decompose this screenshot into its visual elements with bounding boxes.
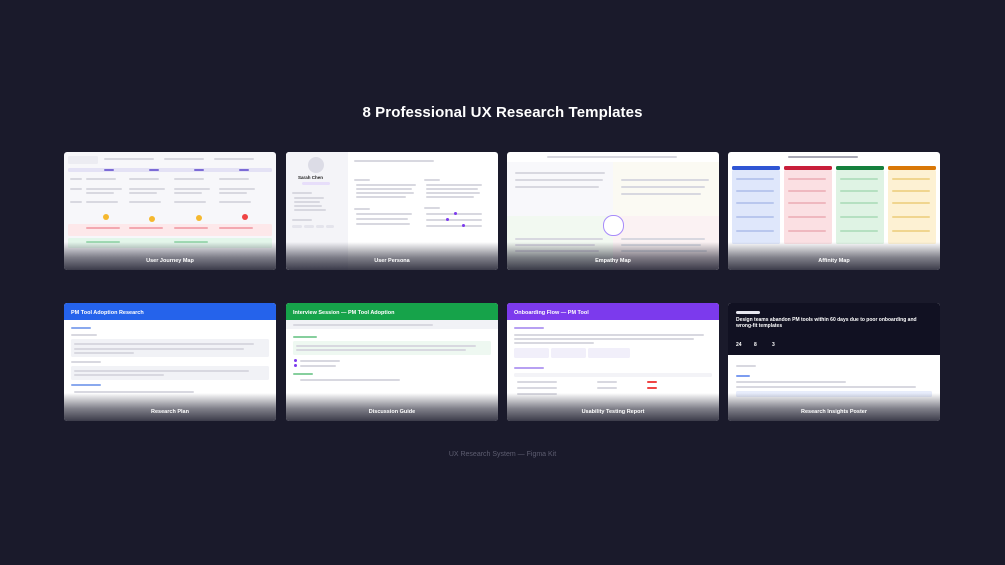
template-card-usability-testing-report[interactable]: Onboarding Flow — PM Tool Usability Test… <box>507 303 719 421</box>
card-header-title: Onboarding Flow — PM Tool <box>514 310 589 316</box>
template-caption: Affinity Map <box>818 258 850 264</box>
template-caption: Research Insights Poster <box>800 409 868 415</box>
template-caption: Research Plan <box>151 409 189 415</box>
page-footer: UX Research System — Figma Kit <box>448 451 557 458</box>
poster-stat: 8 <box>754 342 757 348</box>
template-caption: Usability Testing Report <box>581 409 645 415</box>
template-caption: Empathy Map <box>595 258 631 264</box>
poster-stat: 24 <box>736 342 742 348</box>
template-card-user-journey-map[interactable]: User Journey Map <box>64 152 276 270</box>
template-caption: User Persona <box>374 258 410 264</box>
card-header-title: PM Tool Adoption Research <box>71 310 144 316</box>
poster-headline: Design teams abandon PM tools within 60 … <box>736 317 917 329</box>
template-card-user-persona[interactable]: Sarah Chen User Persona <box>286 152 498 270</box>
template-card-empathy-map[interactable]: Empathy Map <box>507 152 719 270</box>
template-caption: User Journey Map <box>146 258 194 264</box>
template-caption: Discussion Guide <box>368 409 416 415</box>
page-title: 8 Professional UX Research Templates <box>362 104 643 121</box>
template-card-discussion-guide[interactable]: Interview Session — PM Tool Adoption Dis… <box>286 303 498 421</box>
poster-stat: 3 <box>772 342 775 348</box>
template-card-affinity-map[interactable]: Affinity Map <box>728 152 940 270</box>
card-header-title: Interview Session — PM Tool Adoption <box>293 310 395 316</box>
persona-name: Sarah Chen <box>298 175 324 180</box>
template-card-research-insights-poster[interactable]: Design teams abandon PM tools within 60 … <box>728 303 940 421</box>
template-card-research-plan[interactable]: PM Tool Adoption Research Research Plan <box>64 303 276 421</box>
